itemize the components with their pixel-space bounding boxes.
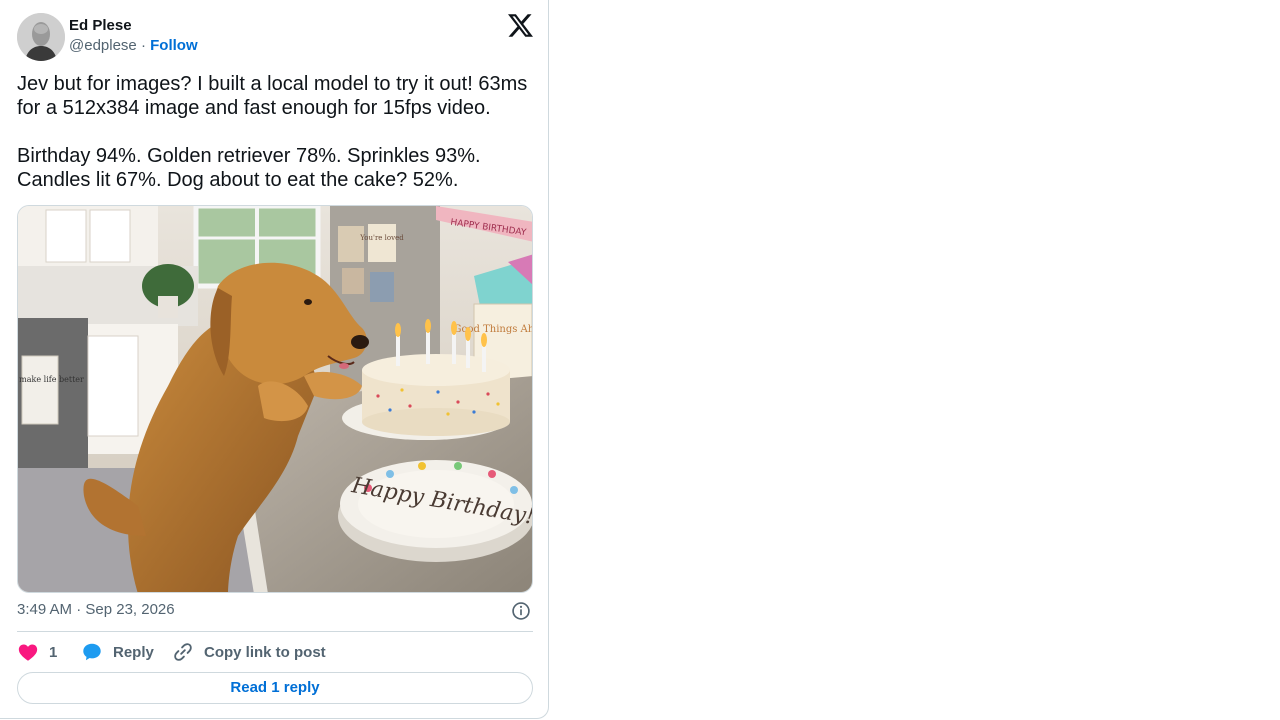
- copy-link-label: Copy link to post: [204, 643, 326, 661]
- avatar-photo: [17, 13, 65, 61]
- link-icon: [174, 643, 192, 661]
- info-icon[interactable]: [511, 601, 531, 621]
- author-handle[interactable]: @edplese: [69, 37, 137, 54]
- tweet-paragraph: Jev but for images? I built a local mode…: [17, 73, 528, 119]
- tweet-photo[interactable]: You're loved HAPPY BIRTHDAY Good Things …: [17, 205, 533, 593]
- author-handle-line: @edplese · Follow: [69, 36, 198, 56]
- timestamp[interactable]: 3:49 AM · Sep 23, 2026: [17, 600, 175, 620]
- copy-link-button[interactable]: Copy link to post: [172, 640, 326, 664]
- read-replies-button[interactable]: Read 1 reply: [17, 672, 533, 704]
- follow-button[interactable]: Follow: [150, 37, 198, 54]
- avatar[interactable]: [17, 13, 65, 61]
- reply-label: Reply: [113, 643, 154, 661]
- fridge-note: You're loved: [359, 234, 404, 242]
- towel-text: Dogs make life better: [18, 375, 84, 384]
- author-name[interactable]: Ed Plese: [69, 16, 132, 36]
- separator-dot: ·: [140, 37, 146, 54]
- action-bar: 1 Reply Copy link to post: [17, 640, 533, 664]
- divider: [17, 631, 533, 632]
- reply-button[interactable]: Reply: [81, 640, 154, 664]
- like-count: 1: [49, 643, 58, 661]
- tweet-card: Ed Plese @edplese · Follow Jev but for i…: [0, 0, 549, 719]
- x-logo-icon[interactable]: [508, 13, 533, 38]
- heart-icon: [18, 644, 38, 661]
- speech-bubble-icon: [83, 643, 101, 661]
- like-button[interactable]: 1: [17, 640, 57, 664]
- tweet-paragraph: Birthday 94%. Golden retriever 78%. Spri…: [17, 145, 481, 191]
- tweet-text: Jev but for images? I built a local mode…: [17, 72, 533, 192]
